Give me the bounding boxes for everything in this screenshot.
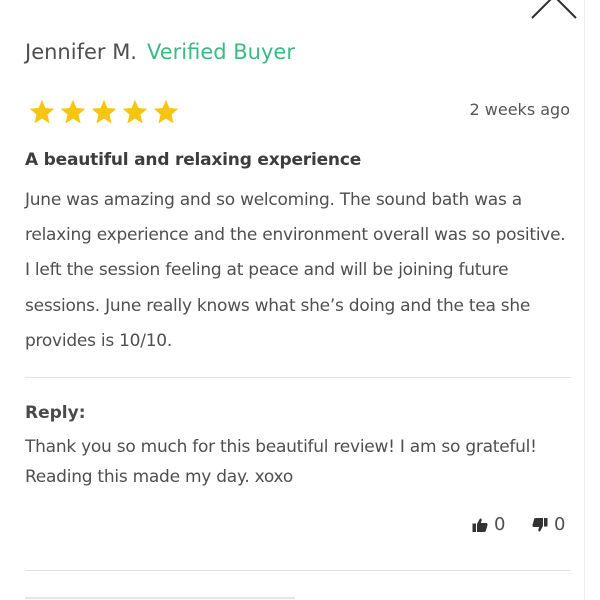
star-icon <box>153 99 179 124</box>
review-title: A beautiful and relaxing experience <box>25 150 362 170</box>
divider <box>25 377 571 378</box>
close-button[interactable] <box>526 0 584 24</box>
reply-body: Thank you so much for this beautiful rev… <box>25 437 537 487</box>
next-review-divider <box>25 597 295 599</box>
review-date: 2 weeks ago <box>469 100 570 119</box>
star-icon <box>91 99 117 124</box>
reviewer-header: Jennifer M. Verified Buyer <box>25 38 295 66</box>
thumbs-down-icon <box>532 517 548 532</box>
upvote-count: 0 <box>494 514 506 535</box>
star-icon <box>122 99 148 124</box>
star-icon <box>29 99 55 124</box>
review-body: June was amazing and so welcoming. The s… <box>25 190 566 351</box>
upvote-button[interactable]: 0 <box>472 514 505 535</box>
divider <box>25 570 571 571</box>
close-icon <box>531 0 577 19</box>
downvote-button[interactable]: 0 <box>532 514 565 535</box>
downvote-count: 0 <box>554 514 566 535</box>
reply-label: Reply: <box>25 403 86 423</box>
verified-badge: Verified Buyer <box>146 40 295 64</box>
modal-edge <box>584 0 585 600</box>
star-icon <box>60 99 86 124</box>
thumbs-up-icon <box>472 517 488 532</box>
review-modal: Jennifer M. Verified Buyer 2 weeks ago A… <box>0 0 600 600</box>
star-rating <box>28 98 180 126</box>
reviewer-name: Jennifer M. <box>25 40 137 64</box>
